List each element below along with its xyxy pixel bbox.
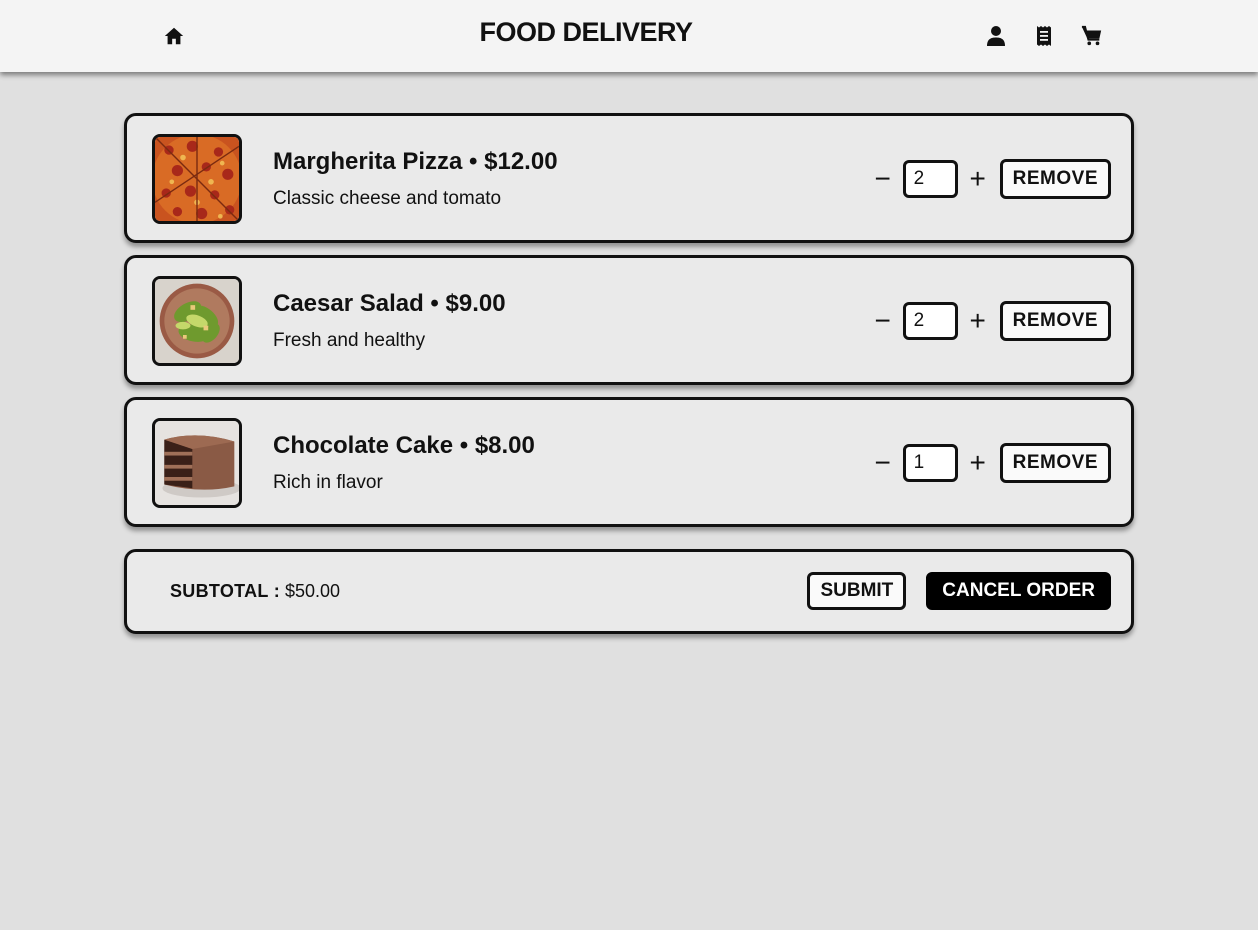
- increment-button[interactable]: +: [966, 162, 990, 196]
- item-title: Margherita Pizza • $12.00: [273, 148, 558, 176]
- subtotal-label: SUBTOTAL :: [170, 581, 280, 601]
- increment-button[interactable]: +: [966, 446, 990, 480]
- order-actions: SUBMIT CANCEL ORDER: [807, 572, 1111, 610]
- cart-item: Chocolate Cake • $8.00 Rich in flavor − …: [124, 397, 1134, 527]
- increment-button[interactable]: +: [966, 304, 990, 338]
- submit-button[interactable]: SUBMIT: [807, 572, 907, 610]
- top-navigation-bar: FOOD DELIVERY: [0, 0, 1258, 72]
- quantity-input[interactable]: [902, 444, 958, 482]
- item-price: $8.00: [474, 432, 535, 459]
- remove-button[interactable]: REMOVE: [999, 301, 1111, 341]
- receipt-icon[interactable]: [1030, 22, 1058, 50]
- cancel-order-button[interactable]: CANCEL ORDER: [926, 572, 1111, 610]
- item-description: Fresh and healthy: [273, 330, 426, 351]
- quantity-controls: − + REMOVE: [871, 443, 1111, 483]
- subtotal-value: $50.00: [285, 581, 341, 601]
- salad-image: [152, 276, 242, 366]
- item-separator: •: [453, 432, 475, 459]
- quantity-controls: − + REMOVE: [871, 301, 1111, 341]
- cart-icon[interactable]: [1078, 22, 1106, 50]
- header-actions: [982, 22, 1106, 50]
- pizza-image: [152, 134, 242, 224]
- quantity-input[interactable]: [902, 160, 958, 198]
- subtotal: SUBTOTAL : $50.00: [170, 581, 340, 602]
- cart-item: Margherita Pizza • $12.00 Classic cheese…: [124, 113, 1134, 243]
- cart-item: Caesar Salad • $9.00 Fresh and healthy −…: [124, 255, 1134, 385]
- cake-image: [152, 418, 242, 508]
- item-name: Caesar Salad: [273, 290, 424, 317]
- item-price: $12.00: [484, 148, 558, 175]
- item-name: Chocolate Cake: [273, 432, 454, 459]
- item-price: $9.00: [445, 290, 506, 317]
- remove-button[interactable]: REMOVE: [999, 159, 1111, 199]
- item-description: Classic cheese and tomato: [273, 188, 502, 209]
- decrement-button[interactable]: −: [871, 162, 895, 196]
- decrement-button[interactable]: −: [871, 304, 895, 338]
- quantity-controls: − + REMOVE: [871, 159, 1111, 199]
- quantity-input[interactable]: [902, 302, 958, 340]
- item-separator: •: [462, 148, 485, 175]
- item-separator: •: [423, 290, 446, 317]
- item-title: Chocolate Cake • $8.00: [273, 432, 535, 460]
- item-title: Caesar Salad • $9.00: [273, 290, 506, 318]
- order-summary: SUBTOTAL : $50.00 SUBMIT CANCEL ORDER: [124, 549, 1134, 634]
- decrement-button[interactable]: −: [871, 446, 895, 480]
- item-description: Rich in flavor: [273, 472, 383, 493]
- item-name: Margherita Pizza: [273, 148, 463, 175]
- user-icon[interactable]: [982, 22, 1010, 50]
- remove-button[interactable]: REMOVE: [999, 443, 1111, 483]
